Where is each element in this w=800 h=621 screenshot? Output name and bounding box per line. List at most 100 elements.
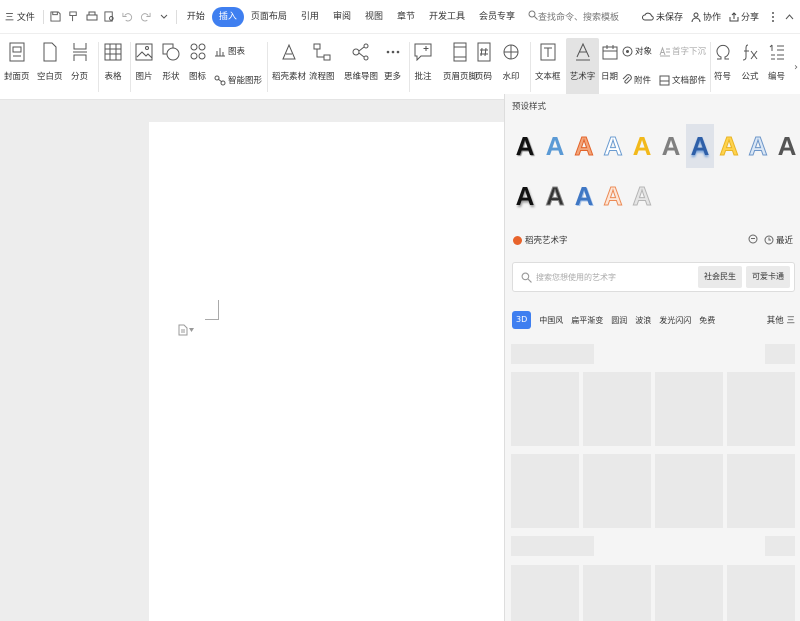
ribbon-scroll-right-icon[interactable]: › (794, 62, 798, 73)
word-art-style-15[interactable]: A (628, 174, 656, 218)
calendar-icon (602, 45, 617, 60)
tag-cute-cartoon[interactable]: 可爱卡通 (746, 266, 790, 288)
more-categories-button[interactable]: 其他 三 (767, 314, 795, 326)
word-art-style-12[interactable]: A (541, 174, 569, 218)
word-art-style-7[interactable]: A (686, 124, 714, 168)
blank-page-button[interactable]: 空白页 (37, 38, 63, 82)
word-art-style-8[interactable]: A (715, 124, 743, 168)
save-icon[interactable] (49, 10, 63, 24)
tab-references[interactable]: 引用 (294, 7, 326, 27)
icon-button[interactable]: 图标 (189, 38, 206, 82)
tab-section[interactable]: 章节 (390, 7, 422, 27)
unsaved-status[interactable]: 未保存 (641, 10, 683, 23)
more-menu-icon[interactable] (771, 11, 777, 23)
word-art-style-10[interactable]: A (773, 124, 800, 168)
table-button[interactable]: 表格 (104, 38, 122, 82)
attachment-button[interactable]: 附件 (622, 74, 651, 86)
mind-map-icon (352, 43, 369, 61)
mind-map-button[interactable]: 思维导图 (344, 38, 378, 82)
chart-button[interactable]: 图表 (214, 45, 245, 57)
category-wave[interactable]: 波浪 (635, 315, 651, 326)
picture-button[interactable]: 图片 (135, 38, 153, 82)
loading-placeholder (727, 565, 795, 621)
word-art-style-1[interactable]: A (511, 124, 539, 168)
tab-view[interactable]: 视图 (358, 7, 390, 27)
text-box-button[interactable]: 文本框 (535, 38, 561, 82)
loading-placeholder (511, 344, 594, 364)
word-art-style-3[interactable]: A (570, 124, 598, 168)
daoke-material-button[interactable]: 稻壳素材 (272, 38, 306, 82)
drop-cap-button[interactable]: 首字下沉 (659, 45, 706, 57)
divider (175, 9, 177, 24)
tab-member[interactable]: 会员专享 (472, 7, 522, 27)
undo-icon[interactable] (121, 10, 135, 24)
more-button[interactable]: 更多 (384, 38, 401, 82)
file-menu[interactable]: 三 文件 (0, 6, 40, 28)
page-number-button[interactable]: 页码 (475, 38, 492, 82)
command-search[interactable]: 查找命令、搜索模板 (528, 10, 619, 23)
collaborate-button[interactable]: 协作 (691, 10, 721, 23)
word-art-button[interactable]: 艺术字 (566, 38, 599, 96)
document-area[interactable] (0, 100, 504, 621)
tab-page-layout[interactable]: 页面布局 (244, 7, 294, 27)
customize-quick-access-icon[interactable] (157, 10, 171, 24)
tab-developer[interactable]: 开发工具 (422, 7, 472, 27)
word-art-style-13[interactable]: A (570, 174, 598, 218)
category-rounded[interactable]: 圆润 (611, 315, 627, 326)
category-flat-gradient[interactable]: 扁平渐变 (571, 315, 603, 326)
date-button[interactable]: 日期 (601, 38, 618, 82)
numbering-button[interactable]: 编号 (768, 38, 785, 82)
ribbon-insert: 封面页 空白页 分页 表格 图片 形状 图标 图表 智能图形 稻壳素材 流程图 … (0, 34, 800, 100)
flowchart-button[interactable]: 流程图 (309, 38, 335, 82)
redo-icon[interactable] (139, 10, 153, 24)
share-button[interactable]: 分享 (729, 10, 759, 23)
paragraph-options-icon[interactable] (178, 324, 194, 336)
mind-map-label: 思维导图 (344, 72, 379, 82)
loading-placeholder (511, 536, 594, 556)
watermark-button[interactable]: 水印 (502, 38, 520, 82)
category-3d[interactable]: 3D (512, 311, 532, 329)
divider (530, 42, 531, 92)
feedback-icon[interactable] (748, 234, 758, 247)
recent-button[interactable]: 最近 (764, 234, 793, 246)
search-icon (528, 10, 538, 23)
symbol-button[interactable]: 符号 (714, 38, 731, 82)
object-icon (622, 46, 633, 56)
picture-icon (135, 43, 153, 61)
smart-art-button[interactable]: 智能图形 (214, 74, 262, 86)
print-icon[interactable] (85, 10, 99, 24)
word-art-style-6[interactable]: A (657, 124, 685, 168)
word-art-style-11[interactable]: A (511, 174, 539, 218)
tab-home[interactable]: 开始 (180, 7, 212, 27)
print-preview-icon[interactable] (103, 10, 117, 24)
document-page[interactable] (149, 122, 504, 621)
collapse-ribbon-icon[interactable] (785, 13, 796, 21)
date-label: 日期 (601, 72, 619, 82)
formula-button[interactable]: 公式 (741, 38, 759, 82)
format-painter-icon[interactable] (67, 10, 81, 24)
daoke-material-label: 稻壳素材 (272, 72, 307, 82)
comment-button[interactable]: 批注 (414, 38, 432, 82)
tab-review[interactable]: 审阅 (326, 7, 358, 27)
category-glitter[interactable]: 发光闪闪 (659, 315, 691, 326)
tab-insert[interactable]: 插入 (211, 6, 244, 27)
loading-placeholder (655, 454, 723, 528)
word-art-style-14[interactable]: A (599, 174, 627, 218)
menu-bar: 三 文件 开始 插入 页面布局 引用 审阅 视图 章节 开发工具 会员专享 查找… (0, 0, 800, 34)
page-break-button[interactable]: 分页 (71, 38, 88, 82)
word-art-search[interactable]: 搜索您想使用的艺术字 社会民生 可爱卡通 (512, 262, 795, 292)
category-free[interactable]: 免费 (699, 315, 715, 326)
word-art-search-input[interactable]: 搜索您想使用的艺术字 (536, 272, 698, 283)
word-art-style-9[interactable]: A (744, 124, 772, 168)
doc-parts-button[interactable]: 文档部件 (659, 74, 706, 86)
tag-social-livelihood[interactable]: 社会民生 (698, 266, 742, 288)
cover-page-button[interactable]: 封面页 (4, 38, 30, 82)
text-box-icon (540, 43, 556, 61)
word-art-style-2[interactable]: A (541, 124, 569, 168)
header-footer-button[interactable]: 页眉页脚 (443, 38, 477, 82)
word-art-style-4[interactable]: A (599, 124, 627, 168)
word-art-style-5[interactable]: A (628, 124, 656, 168)
object-button[interactable]: 对象 (622, 45, 652, 57)
category-chinese-style[interactable]: 中国风 (539, 315, 563, 326)
shape-button[interactable]: 形状 (162, 38, 180, 82)
